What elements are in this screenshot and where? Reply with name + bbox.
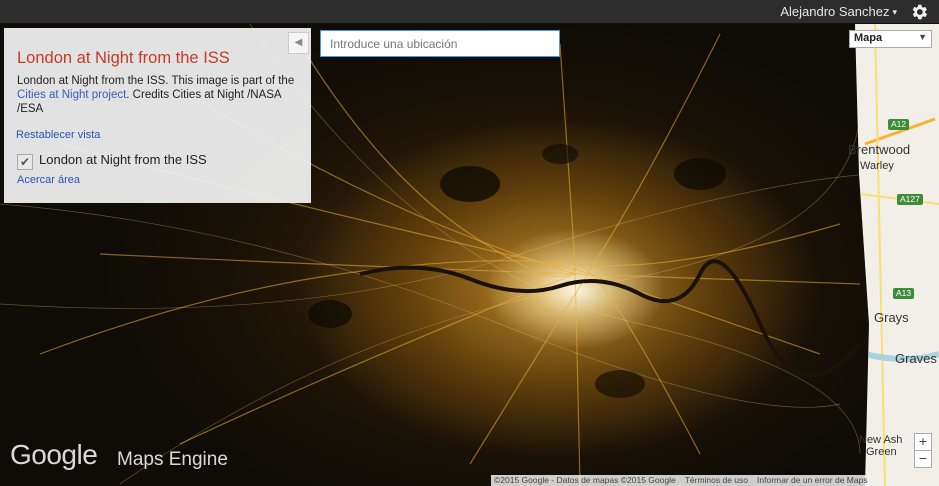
map-type-select[interactable]: Mapa ▼ [849,30,932,48]
maps-engine-label: Maps Engine [117,449,228,470]
attribution-bar: ©2015 Google - Datos de mapas ©2015 Goog… [491,475,874,486]
gear-icon[interactable] [909,2,929,22]
dropdown-arrow-icon: ▼ [918,32,927,42]
terms-link[interactable]: Términos de uso [685,475,754,485]
place-grays: Grays [874,310,909,325]
place-green: Green [866,446,897,458]
layer-checkbox[interactable]: ✔ [17,154,33,170]
map-type-value: Mapa [854,32,883,44]
map-data-attribution: ©2015 Google - Datos de mapas ©2015 Goog… [494,475,676,485]
road-shield-a127: A127 [897,194,923,205]
user-menu[interactable]: Alejandro Sanchez ▾ [780,4,897,19]
user-name: Alejandro Sanchez [780,4,890,19]
panel-description: London at Night from the ISS. This image… [17,74,301,116]
layer-panel: London at Night from the ISS London at N… [4,28,311,203]
layer-label: London at Night from the ISS [39,152,207,167]
chevron-left-icon[interactable]: ◀ [288,32,309,54]
location-search-input[interactable] [320,30,560,57]
google-logo: Google [10,439,98,470]
panel-title: London at Night from the ISS [17,49,230,67]
zoom-out-button[interactable]: − [914,450,932,468]
desc-text: London at Night from the ISS. This image… [17,75,295,87]
place-brentwood: Brentwood [848,142,911,157]
zoom-to-area-link[interactable]: Acercar área [17,174,80,186]
place-gravesend: Graves [895,351,937,366]
report-error-link[interactable]: Informar de un error de Maps [757,475,874,485]
layer-item[interactable]: ✔ London at Night from the ISS [17,152,207,170]
top-bar: Alejandro Sanchez ▾ [0,0,939,24]
caret-down-icon: ▾ [892,7,897,17]
reset-view-link[interactable]: Restablecer vista [16,129,100,141]
cities-at-night-link[interactable]: Cities at Night project [17,89,126,101]
place-new-ash: New Ash [859,434,903,446]
zoom-in-button[interactable]: + [914,433,932,451]
road-shield-a12: A12 [888,119,910,130]
place-warley: Warley [860,160,894,172]
road-shield-a13: A13 [893,288,915,299]
